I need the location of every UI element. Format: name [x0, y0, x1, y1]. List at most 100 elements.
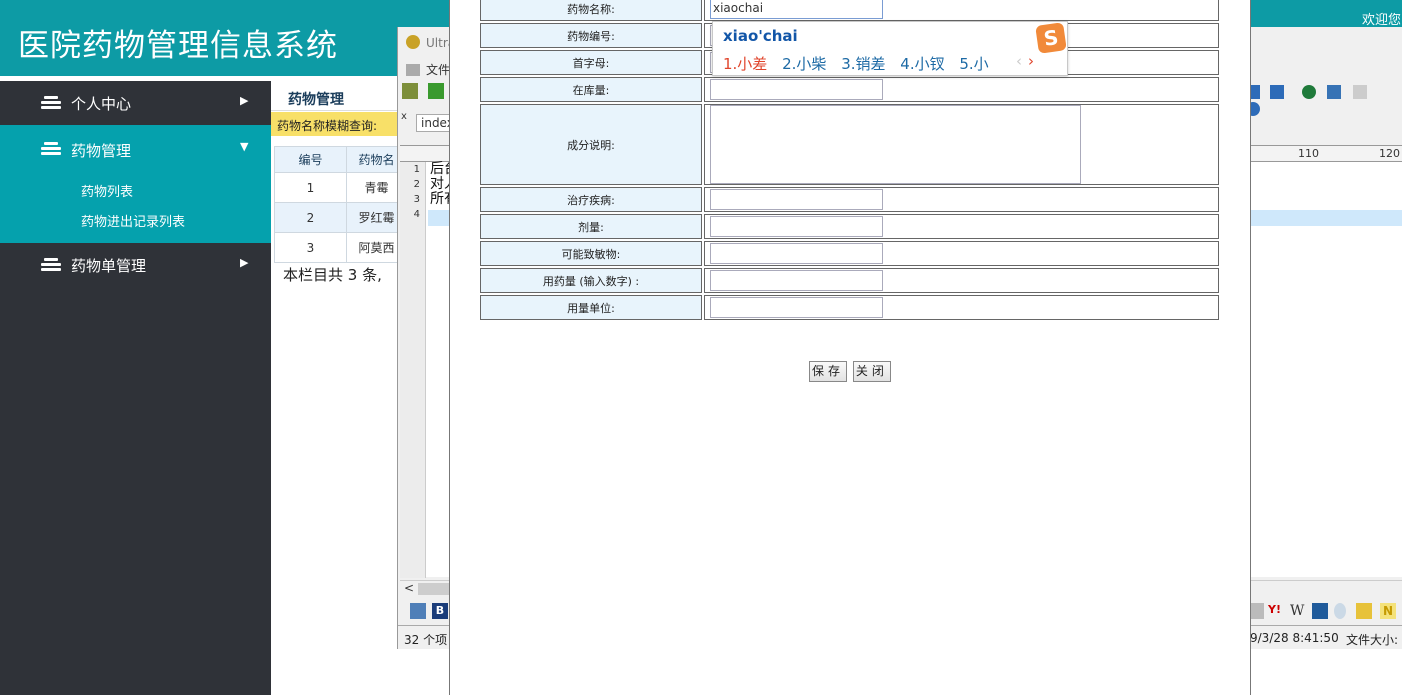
- tool-icon[interactable]: [402, 83, 418, 99]
- yahoo-icon[interactable]: Y!: [1268, 603, 1286, 619]
- ime-candidates: 1.小差 2.小柴 3.销差 4.小钗 5.小: [723, 53, 999, 74]
- notes-icon[interactable]: N: [1380, 603, 1396, 619]
- sidebar-item-prescription-management[interactable]: 药物单管理 ▶: [0, 243, 271, 287]
- sidebar: 个人中心 ▶ 药物管理 ▼ 药物列表 药物进出记录列表 药物单管理 ▶: [0, 76, 271, 695]
- chevron-right-icon: ▶: [240, 256, 249, 269]
- scrollbar-thumb[interactable]: [418, 583, 453, 595]
- ime-candidate[interactable]: 1.小差: [723, 55, 767, 73]
- editor-toolbar-right: [1246, 85, 1402, 119]
- sidebar-item-personal-center[interactable]: 个人中心 ▶: [0, 81, 271, 125]
- page: 医院药物管理信息系统 欢迎您 个人中心 ▶ 药物管理 ▼ 药物列表 药物进出记录…: [0, 0, 1402, 695]
- table-row[interactable]: 3 阿莫西: [274, 232, 407, 263]
- field-label: 药物编号:: [480, 23, 702, 48]
- sidebar-submenu: 药物列表 药物进出记录列表: [0, 173, 271, 243]
- status-date: 9/3/28 8:41:50: [1250, 631, 1339, 645]
- form-row: 药物名称: xiaochai: [480, 0, 1219, 21]
- wikipedia-icon[interactable]: W: [1290, 603, 1306, 619]
- field-label: 用量单位:: [480, 295, 702, 320]
- stock-quantity-input[interactable]: [710, 79, 883, 100]
- table-cell: 3: [274, 232, 347, 263]
- lightbulb-icon[interactable]: [1334, 603, 1346, 619]
- record-count: 本栏目共 3 条,: [283, 266, 382, 284]
- form-row: 可能致敏物:: [480, 241, 1219, 266]
- chevron-left-icon[interactable]: ‹: [1016, 52, 1022, 70]
- usage-unit-input[interactable]: [710, 297, 883, 318]
- field-label: 药物名称:: [480, 0, 702, 21]
- close-icon[interactable]: x: [401, 111, 407, 122]
- save-button[interactable]: 保存: [809, 361, 847, 382]
- sidebar-item-label: 个人中心: [71, 95, 132, 113]
- column-header: 编号: [274, 146, 347, 173]
- editor-toolbar: [402, 83, 450, 105]
- form-row: 治疗疾病:: [480, 187, 1219, 212]
- dosage-input[interactable]: [710, 216, 883, 237]
- ingredients-textarea[interactable]: [710, 105, 1081, 184]
- dialog-buttons: 保存 关闭: [809, 361, 893, 382]
- welcome-text: 欢迎您: [1362, 13, 1402, 28]
- drug-name-input[interactable]: xiaochai: [710, 0, 883, 19]
- sidebar-item-label: 药物管理: [71, 142, 132, 160]
- ime-candidate[interactable]: 2.小柴: [782, 55, 826, 73]
- sidebar-subitem-drug-list[interactable]: 药物列表: [0, 181, 271, 211]
- form-row: 用量单位:: [480, 295, 1219, 320]
- tool-icon[interactable]: [1250, 603, 1264, 619]
- form-row: 剂量:: [480, 214, 1219, 239]
- screen-icon[interactable]: [1327, 85, 1342, 99]
- close-button[interactable]: 关闭: [852, 361, 891, 382]
- sidebar-item-label: 药物单管理: [71, 257, 147, 275]
- add-drug-dialog: 药物名称: xiaochai 药物编号: 首字母: 在库量: 成分说明: 治疗疾…: [449, 0, 1251, 695]
- layers-icon: [41, 142, 61, 156]
- chevron-down-icon: ▼: [240, 140, 249, 153]
- editor-menu-file[interactable]: 文件: [406, 61, 450, 78]
- ime-candidate[interactable]: 5.小: [959, 55, 988, 73]
- chevron-right-icon: ▶: [240, 94, 249, 107]
- line-numbers: 1 2 3 4: [400, 162, 426, 578]
- drug-table: 编号 药物名 1 青霉 2 罗红霉 3 阿莫西: [274, 146, 407, 263]
- chevron-right-icon[interactable]: ›: [1028, 52, 1034, 70]
- sogou-logo-icon: S: [1035, 22, 1067, 54]
- treated-disease-input[interactable]: [710, 189, 883, 210]
- search-label: 药物名称模糊查询:: [277, 119, 378, 133]
- layers-icon: [41, 258, 61, 272]
- form-row: 用药量 (输入数字) :: [480, 268, 1219, 293]
- ime-composition: xiao'chai: [723, 27, 798, 45]
- status-file-size: 文件大小:: [1346, 633, 1399, 647]
- field-label: 成分说明:: [480, 104, 702, 185]
- globe-icon[interactable]: [1301, 85, 1316, 99]
- layers-icon: [41, 96, 61, 110]
- ultraedit-logo-icon: [406, 35, 420, 49]
- field-label: 剂量:: [480, 214, 702, 239]
- sidebar-subitem-drug-records[interactable]: 药物进出记录列表: [0, 211, 271, 241]
- ime-candidate[interactable]: 4.小钗: [900, 55, 944, 73]
- table-cell: 1: [274, 172, 347, 203]
- tool-icon[interactable]: [410, 603, 426, 619]
- windows-icon[interactable]: [1269, 85, 1284, 99]
- scroll-left-icon[interactable]: <: [404, 581, 414, 595]
- table-header: 编号 药物名: [274, 146, 407, 173]
- field-label: 用药量 (输入数字) :: [480, 268, 702, 293]
- bold-icon[interactable]: B: [432, 603, 448, 619]
- app-title: 医院药物管理信息系统: [18, 28, 338, 64]
- usage-amount-input[interactable]: [710, 270, 883, 291]
- sidebar-item-drug-management[interactable]: 药物管理 ▼: [0, 125, 271, 173]
- ime-page-nav: ‹ ›: [1016, 52, 1034, 70]
- ime-candidate-window: xiao'chai S 1.小差 2.小柴 3.销差 4.小钗 5.小 ‹ ›: [712, 21, 1068, 76]
- tool-icon[interactable]: [1312, 603, 1328, 619]
- table-row[interactable]: 2 罗红霉: [274, 202, 407, 233]
- form-row: 在库量:: [480, 77, 1219, 102]
- tool-icon[interactable]: [1356, 603, 1372, 619]
- doc-icon[interactable]: [1353, 85, 1368, 99]
- search-bar: 药物名称模糊查询:: [271, 112, 401, 136]
- file-icon: [406, 64, 420, 76]
- page-title: 药物管理: [288, 92, 344, 108]
- allergen-input[interactable]: [710, 243, 883, 264]
- ime-candidate[interactable]: 3.销差: [841, 55, 885, 73]
- editor-title: Ultra: [406, 35, 455, 50]
- field-label: 治疗疾病:: [480, 187, 702, 212]
- form-row: 成分说明:: [480, 104, 1219, 185]
- field-label: 首字母:: [480, 50, 702, 75]
- field-label: 可能致敏物:: [480, 241, 702, 266]
- table-row[interactable]: 1 青霉: [274, 172, 407, 203]
- field-label: 在库量:: [480, 77, 702, 102]
- back-arrow-icon[interactable]: [427, 83, 444, 99]
